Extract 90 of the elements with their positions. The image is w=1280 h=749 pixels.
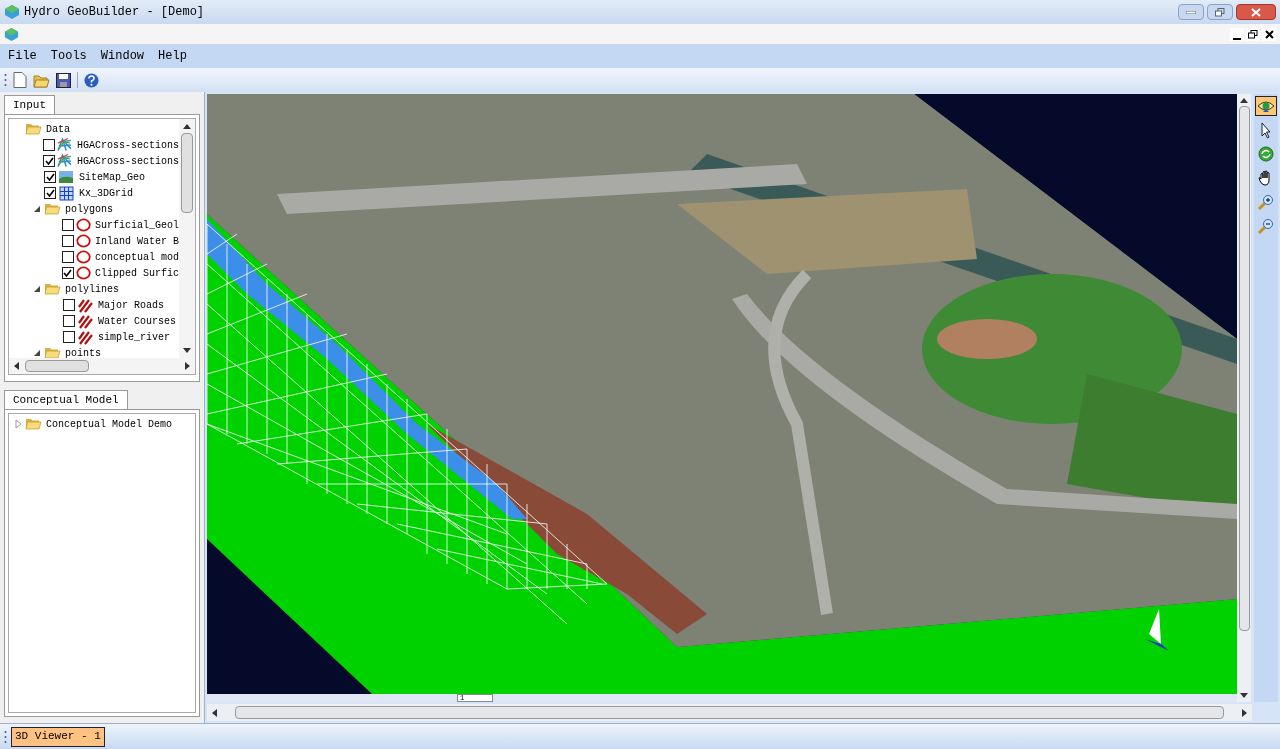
view-tool-button[interactable] (1255, 96, 1277, 116)
vertical-scrollbar[interactable] (179, 119, 195, 358)
scroll-left-icon[interactable] (211, 708, 219, 717)
tree-item[interactable]: Clipped Surfic (93, 265, 179, 281)
help-icon[interactable] (84, 72, 99, 88)
folder-icon (44, 281, 61, 297)
tree-item[interactable]: points (63, 345, 101, 358)
window-title: Hydro GeoBuilder - [Demo] (24, 4, 205, 21)
zoom-in-icon (1257, 193, 1275, 211)
checkbox[interactable] (61, 235, 74, 247)
polygon-outline-icon (75, 249, 91, 265)
landscape-image-icon (58, 169, 75, 185)
checkbox[interactable] (44, 187, 56, 199)
minimize-button[interactable] (1230, 27, 1244, 41)
checkbox[interactable] (43, 155, 56, 167)
new-file-icon[interactable] (13, 72, 27, 88)
north-arrow-icon (1145, 609, 1169, 651)
tree-item[interactable]: polylines (63, 281, 119, 297)
zoom-out-icon (1257, 217, 1275, 235)
tree-item[interactable]: polygons (63, 201, 113, 217)
close-button[interactable] (1236, 4, 1276, 20)
checkbox[interactable] (63, 315, 75, 327)
expand-toggle-icon[interactable] (13, 419, 23, 429)
cross-section-icon (57, 153, 73, 169)
close-icon (1264, 29, 1274, 39)
checkbox[interactable] (63, 331, 75, 343)
tree-item[interactable]: Surficial_Geol (93, 217, 179, 233)
polygon-outline-icon (75, 217, 91, 233)
vertical-scrollbar[interactable] (1237, 94, 1251, 702)
folder-icon (25, 121, 42, 137)
scroll-right-icon[interactable] (1240, 708, 1248, 717)
toolbar-grip-icon (4, 729, 7, 744)
cube-logo-icon (4, 26, 19, 42)
checkbox[interactable] (61, 219, 74, 231)
save-icon[interactable] (56, 72, 71, 88)
tree-item[interactable]: HGACross-sections (74, 153, 179, 169)
scroll-right-icon[interactable] (183, 362, 191, 370)
expand-toggle-icon[interactable] (32, 204, 42, 214)
scroll-thumb[interactable] (235, 706, 1224, 719)
menu-item[interactable]: Window (100, 47, 145, 65)
tree-item[interactable]: Data (44, 121, 70, 137)
polyline-icon (77, 329, 94, 345)
tree-item[interactable]: Water Courses (96, 313, 176, 329)
close-button[interactable] (1262, 27, 1276, 41)
tree-item[interactable]: Inland Water B (93, 233, 179, 249)
scroll-thumb[interactable] (181, 133, 193, 213)
panel-tab[interactable]: Input (4, 95, 55, 114)
rotate-icon (1257, 145, 1275, 163)
polyline-icon (77, 297, 94, 313)
folder-icon (44, 345, 61, 358)
horizontal-scrollbar[interactable] (9, 358, 195, 374)
scroll-left-icon[interactable] (13, 362, 21, 370)
toolbar-grip-icon (4, 73, 7, 87)
tree-item[interactable]: conceptual mod (93, 249, 179, 265)
tree-item[interactable]: HGACross-sections (74, 137, 179, 153)
tree-item[interactable]: Conceptual Model Demo (44, 416, 173, 432)
horizontal-scrollbar[interactable] (207, 704, 1252, 721)
panel-tab[interactable]: Conceptual Model (4, 390, 128, 409)
close-icon (1251, 7, 1261, 17)
polygon-outline-icon (75, 265, 91, 281)
tree-item[interactable]: Major Roads (96, 297, 164, 313)
polygon-outline-icon (75, 233, 91, 249)
menu-item[interactable]: Tools (50, 47, 87, 65)
menu-item[interactable]: File (8, 47, 37, 65)
checkbox[interactable] (43, 139, 56, 151)
polyline-icon (77, 313, 94, 329)
checkbox[interactable] (61, 267, 74, 279)
tree-item[interactable]: simple_river (96, 329, 170, 345)
restore-icon (1215, 7, 1225, 17)
checkbox[interactable] (61, 251, 74, 263)
grid-icon (58, 185, 75, 201)
minimize-icon (1186, 10, 1196, 14)
checkbox[interactable] (44, 171, 56, 183)
menu-item[interactable]: Help (158, 47, 187, 65)
cube-logo-icon (4, 4, 20, 20)
restore-button[interactable] (1246, 27, 1260, 41)
folder-icon (25, 416, 42, 432)
folder-icon (44, 201, 61, 217)
open-folder-icon[interactable] (33, 72, 50, 88)
tree-item[interactable]: Kx_3DGrid (77, 185, 133, 201)
restore-icon (1248, 29, 1258, 39)
minimize-icon (1233, 37, 1241, 41)
scroll-thumb[interactable] (1238, 106, 1250, 631)
scroll-thumb[interactable] (25, 360, 89, 372)
cross-section-icon (57, 137, 73, 153)
expand-toggle-icon[interactable] (32, 284, 42, 294)
checkmark-icon (63, 269, 73, 277)
window-tab[interactable]: 3D Viewer - 1 (11, 726, 105, 747)
checkbox[interactable] (63, 299, 75, 311)
tree-item[interactable]: SiteMap_Geo (77, 169, 145, 185)
